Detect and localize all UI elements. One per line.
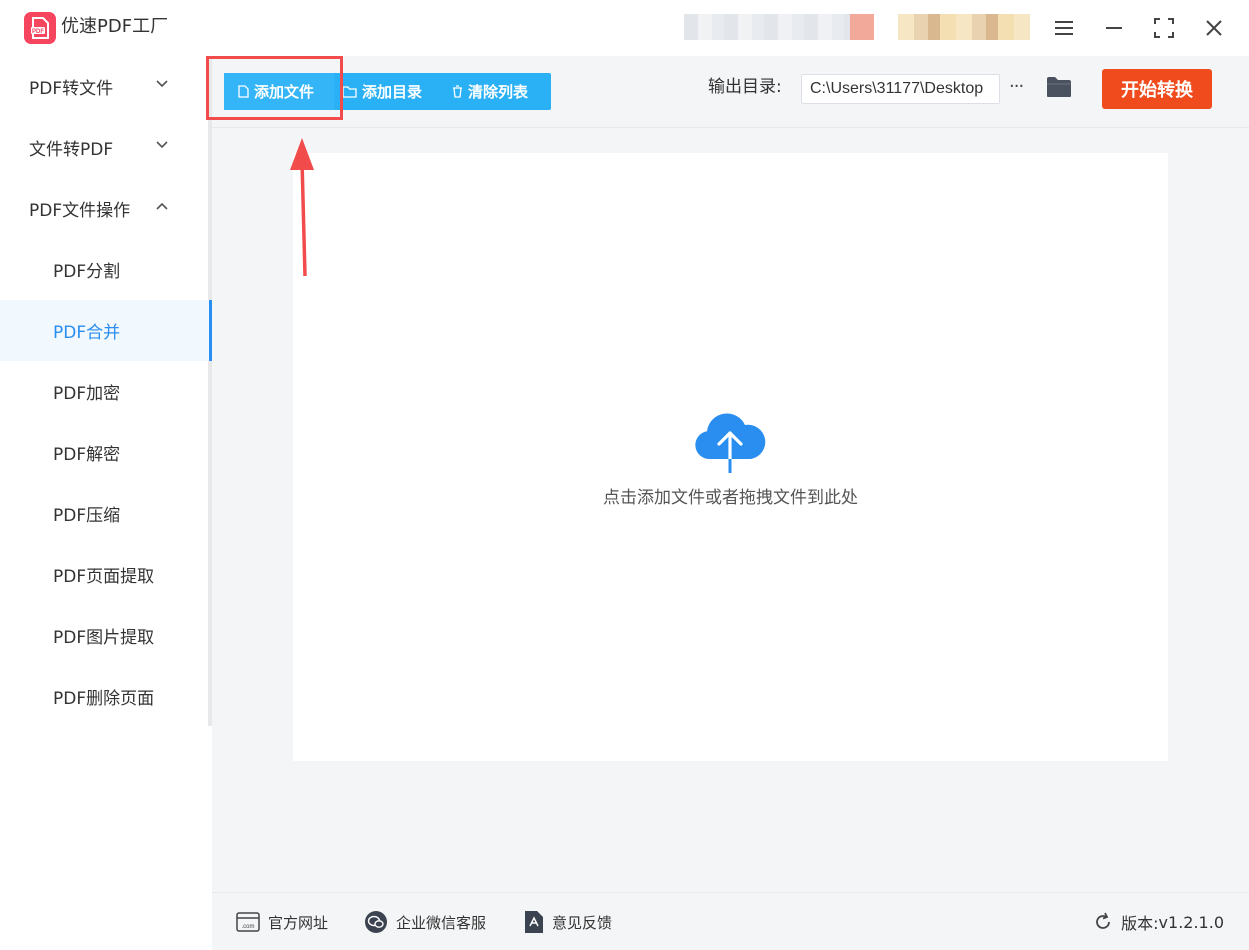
website-icon: .com [236,912,260,932]
annotation-arrow-icon [290,138,314,277]
file-drop-zone[interactable]: 点击添加文件或者拖拽文件到此处 [293,153,1168,761]
chevron-up-icon [156,202,168,210]
chevron-down-icon [156,80,168,88]
sidebar-category-pdf-operations[interactable]: PDF文件操作 [0,178,208,239]
refresh-icon [1096,912,1111,929]
start-convert-button[interactable]: 开始转换 [1102,69,1212,109]
trash-icon [453,85,462,98]
clear-list-button[interactable]: 清除列表 [444,73,551,110]
category-label: PDF文件操作 [29,201,131,221]
app-title: 优速PDF工厂 [61,16,169,37]
sidebar-item-pdf-image-extract[interactable]: PDF图片提取 [0,605,212,666]
category-label: 文件转PDF [29,140,114,160]
menu-icon [1055,21,1073,35]
sidebar-item-pdf-page-extract[interactable]: PDF页面提取 [0,544,212,605]
annotation-highlight-box [206,56,343,120]
menu-button[interactable] [1048,12,1080,44]
sidebar-item-pdf-merge[interactable]: PDF合并 [0,300,212,361]
minimize-button[interactable] [1098,12,1130,44]
sidebar-item-pdf-delete-pages[interactable]: PDF删除页面 [0,666,212,727]
category-label: PDF转文件 [29,79,114,99]
toolbar-divider [212,127,1249,128]
output-directory-label: 输出目录: [708,77,782,97]
folder-icon [1047,77,1071,97]
add-directory-label: 添加目录 [362,83,423,101]
add-directory-button[interactable]: 添加目录 [334,73,444,110]
cloud-upload-icon [695,413,766,475]
blurred-account-area [684,14,874,40]
official-website-link[interactable]: .com 官方网址 [236,893,328,950]
folder-outline-icon [342,85,357,98]
main-panel: 添加文件 添加目录 清除列表 输出目录: C:\Users\31177\Desk… [206,56,1249,950]
feedback-link[interactable]: 意见反馈 [524,893,612,950]
maximize-icon [1154,18,1174,38]
sidebar-category-file-to-pdf[interactable]: 文件转PDF [0,117,208,178]
app-logo-icon: PDF [24,12,56,44]
sidebar-item-pdf-encrypt[interactable]: PDF加密 [0,361,212,422]
feedback-label: 意见反馈 [552,913,613,932]
footer-bar: .com 官方网址 企业微信客服 意见反馈 版本: v1.2.1.0 [212,892,1249,950]
blurred-user-badge [898,14,1030,40]
chevron-down-icon [156,141,168,149]
feedback-icon [525,911,543,933]
sidebar-item-pdf-decrypt[interactable]: PDF解密 [0,422,212,483]
version-info[interactable]: 版本: v1.2.1.0 [1093,893,1224,950]
maximize-button[interactable] [1148,12,1180,44]
wechat-service-link[interactable]: 企业微信客服 [364,893,486,950]
clear-list-label: 清除列表 [468,83,529,101]
svg-text:.com: .com [241,924,254,930]
title-bar: PDF 优速PDF工厂 [0,0,1249,56]
version-label: 版本: [1121,914,1159,933]
sidebar-item-pdf-split[interactable]: PDF分割 [0,239,212,300]
wechat-service-label: 企业微信客服 [396,913,487,932]
minimize-icon [1106,27,1122,29]
open-folder-button[interactable] [1046,76,1072,102]
close-button[interactable] [1198,12,1230,44]
chat-service-icon [365,911,387,933]
official-website-label: 官方网址 [268,913,329,932]
sidebar-item-pdf-compress[interactable]: PDF压缩 [0,483,212,544]
sidebar: PDF转文件 文件转PDF PDF文件操作 PDF分割 PDF合并 PDF加密 … [0,56,212,950]
version-value: v1.2.1.0 [1158,912,1224,932]
sidebar-category-pdf-to-file[interactable]: PDF转文件 [0,56,208,117]
logo-text: PDF [32,29,44,35]
close-icon [1206,20,1222,36]
output-directory-field[interactable]: C:\Users\31177\Desktop [801,74,1000,104]
drop-hint-text: 点击添加文件或者拖拽文件到此处 [603,488,858,508]
more-options-button[interactable]: ··· [1009,78,1031,100]
